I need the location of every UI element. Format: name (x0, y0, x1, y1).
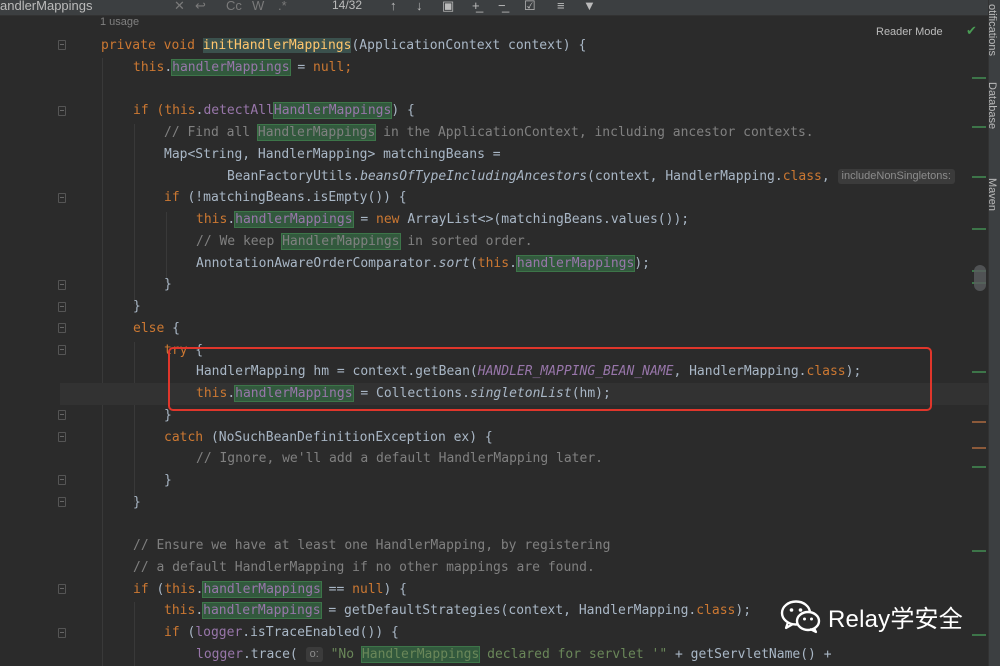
code-line: else { (133, 321, 180, 336)
code-line: // Ensure we have at least one HandlerMa… (133, 538, 611, 553)
code-line: catch (NoSuchBeanDefinitionException ex)… (164, 430, 493, 445)
code-line: BeanFactoryUtils.beansOfTypeIncludingAnc… (227, 166, 955, 188)
code-line: // Find all HandlerMappings in the Appli… (164, 124, 814, 141)
watermark-text: Relay学安全 (828, 605, 963, 633)
code-line: if (logger.isTraceEnabled()) { (164, 625, 399, 640)
parameter-hint: includeNonSingletons: (837, 169, 955, 184)
code-line: } (164, 277, 172, 292)
parameter-hint: o: (305, 647, 323, 662)
tool-window-database[interactable]: Database (986, 82, 998, 129)
code-line: // We keep HandlerMappings in sorted ord… (196, 233, 533, 250)
code-line: logger.trace( o: "No HandlerMappings dec… (196, 646, 832, 663)
tool-window-maven[interactable]: Maven (986, 178, 998, 211)
wechat-icon (780, 600, 821, 634)
code-line: this.handlerMappings = getDefaultStrateg… (164, 602, 752, 619)
code-line: } (133, 299, 141, 314)
code-line: } (133, 495, 141, 510)
code-line: this.handlerMappings = new ArrayList<>(m… (196, 211, 690, 228)
code-line: private void initHandlerMappings(Applica… (101, 38, 587, 53)
code-line: if (this.detectAllHandlerMappings) { (133, 102, 415, 119)
highlight-annotation-box (168, 347, 932, 411)
code-line: if (!matchingBeans.isEmpty()) { (164, 190, 407, 205)
watermark: Relay学安全 (780, 598, 963, 634)
code-editor[interactable]: private void initHandlerMappings(Applica… (0, 0, 1000, 666)
code-line: } (164, 473, 172, 488)
code-line: // Ignore, we'll add a default HandlerMa… (196, 451, 603, 466)
code-line: // a default HandlerMapping if no other … (133, 560, 595, 575)
code-line: Map<String, HandlerMapping> matchingBean… (164, 147, 501, 162)
code-line: this.handlerMappings = null; (133, 59, 353, 76)
code-line: AnnotationAwareOrderComparator.sort(this… (196, 255, 650, 272)
code-line: if (this.handlerMappings == null) { (133, 581, 407, 598)
tool-window-notifications[interactable]: otifications (986, 4, 998, 56)
scrollbar-thumb[interactable] (974, 265, 986, 291)
